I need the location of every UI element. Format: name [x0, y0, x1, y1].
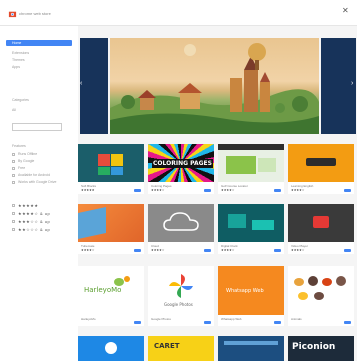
piconion-icon: Piconion: [288, 336, 354, 361]
pinwheel-icon: Google Photos: [148, 266, 214, 315]
chevron-left-icon[interactable]: ‹: [80, 78, 85, 90]
learning-icon: [288, 144, 354, 182]
chrome-web-store-logo: [8, 11, 17, 18]
filter-free[interactable]: Free: [18, 166, 25, 170]
rating-filter-2[interactable]: ★★☆☆☆ & up: [18, 227, 50, 232]
app-card[interactable]: HarleyoMo HarleyoMo: [78, 266, 144, 326]
add-button[interactable]: [204, 189, 211, 192]
app-card[interactable]: [218, 336, 284, 361]
harleyomo-logo: HarleyoMo: [78, 266, 144, 315]
sidebar-categories-label: Categories: [12, 98, 29, 102]
add-button[interactable]: [344, 189, 351, 192]
checkbox-free[interactable]: [12, 167, 15, 170]
rating-filter-4[interactable]: ★★★★☆ & up: [18, 211, 50, 216]
rating-filter-5[interactable]: ★★★★★: [18, 203, 38, 208]
thumb-title: HarleyoMo: [84, 286, 122, 294]
app-card[interactable]: Learning English ★★★★☆: [288, 144, 354, 194]
animals-icon: [288, 266, 354, 315]
sidebar-item-apps[interactable]: Apps: [12, 65, 20, 69]
app-rating: ★★★★☆: [151, 188, 165, 192]
app-card[interactable]: Google Photos Google Photos: [148, 266, 214, 326]
thumb-title: Whatsapp Web: [226, 288, 264, 294]
app-card[interactable]: Soft Blocks ★★★★★: [78, 144, 144, 194]
add-button[interactable]: [134, 321, 141, 324]
app-card[interactable]: Piconion: [288, 336, 354, 361]
app-name[interactable]: HarleyoMo: [81, 317, 96, 321]
carousel-banner[interactable]: [110, 38, 319, 134]
title-bar: chrome web store ✕: [0, 0, 357, 26]
add-button[interactable]: [134, 189, 141, 192]
app-name[interactable]: Whatsapp Web: [221, 317, 241, 321]
gallery-icon: [218, 336, 284, 361]
paper-plane-icon: [78, 204, 144, 242]
app-name[interactable]: Google Photos: [151, 317, 171, 321]
filter-drive[interactable]: Works with Google Drive: [18, 180, 56, 184]
featured-carousel[interactable]: ‹ ›: [80, 38, 356, 134]
app-card[interactable]: Cloud ★★★★☆: [148, 204, 214, 254]
app-card[interactable]: Golf Course Locator ★★★★☆: [218, 144, 284, 194]
sidebar-item-themes[interactable]: Themes: [12, 58, 25, 62]
thumb-title: Google Photos: [164, 302, 193, 307]
add-button[interactable]: [274, 321, 281, 324]
app-card[interactable]: Whatsapp Web Whatsapp Web: [218, 266, 284, 326]
checkbox-drive[interactable]: [12, 181, 15, 184]
chat-icon: Whatsapp Web: [218, 266, 284, 315]
app-title: chrome web store: [19, 11, 51, 16]
search-input[interactable]: [12, 123, 62, 131]
sidebar-item-extensions[interactable]: Extensions: [12, 51, 29, 55]
checkbox-by-google[interactable]: [12, 160, 15, 163]
app-card[interactable]: Digital Clock ★★★★☆: [218, 204, 284, 254]
add-button[interactable]: [274, 189, 281, 192]
filter-android[interactable]: Available for Android: [18, 173, 50, 177]
app-card[interactable]: COLORING PAGES Coloring Pages ★★★★☆: [148, 144, 214, 194]
thumb-title: CARET: [154, 342, 180, 350]
checkbox-runs-offline[interactable]: [12, 153, 15, 156]
filter-by-google[interactable]: By Google: [18, 159, 34, 163]
rating-filter-3[interactable]: ★★★☆☆ & up: [18, 219, 50, 224]
thumb-title: Piconion: [292, 342, 336, 352]
app-rating: ★★★★☆: [291, 248, 305, 252]
add-button[interactable]: [204, 321, 211, 324]
castle-illustration: [110, 43, 319, 134]
add-button[interactable]: [344, 321, 351, 324]
circuit-icon: [218, 204, 284, 242]
add-button[interactable]: [204, 249, 211, 252]
app-card[interactable]: Tubemate ★★★★☆: [78, 204, 144, 254]
add-button[interactable]: [274, 249, 281, 252]
sidebar-category-select[interactable]: All: [12, 108, 16, 112]
chevron-right-icon[interactable]: ›: [351, 78, 356, 90]
video-icon: [288, 204, 354, 242]
add-button[interactable]: [134, 249, 141, 252]
radio-rating-2[interactable]: [12, 228, 15, 231]
caret-icon: CARET: [148, 336, 214, 361]
radio-rating-4[interactable]: [12, 212, 15, 215]
add-button[interactable]: [344, 249, 351, 252]
app-rating: ★★★★☆: [221, 248, 235, 252]
app-card[interactable]: Video Player ★★★★☆: [288, 204, 354, 254]
map-icon: [218, 144, 284, 182]
app-rating: ★★★★★: [81, 188, 95, 192]
coloring-pages-icon: COLORING PAGES: [148, 144, 214, 182]
app-rating: ★★★★☆: [221, 188, 235, 192]
app-rating: ★★★★☆: [151, 248, 165, 252]
checkbox-android[interactable]: [12, 174, 15, 177]
app-rating: ★★★★☆: [291, 188, 305, 192]
sidebar: Home Extensions Themes Apps Categories A…: [0, 26, 76, 361]
cloud-icon: [148, 204, 214, 242]
app-card[interactable]: [78, 336, 144, 361]
sidebar-item-home[interactable]: Home: [6, 40, 72, 46]
blocks-app-icon: [78, 144, 144, 182]
firefox-icon: [78, 336, 144, 361]
radio-rating-5[interactable]: [12, 204, 15, 207]
app-card[interactable]: Animals: [288, 266, 354, 326]
radio-rating-3[interactable]: [12, 220, 15, 223]
app-rating: ★★★★☆: [81, 248, 95, 252]
close-icon[interactable]: ✕: [342, 6, 349, 15]
filter-runs-offline[interactable]: Runs Offline: [18, 152, 37, 156]
app-card[interactable]: CARET: [148, 336, 214, 361]
app-name[interactable]: Animals: [291, 317, 302, 321]
sidebar-features-label: Features: [12, 144, 26, 148]
thumb-title: COLORING PAGES: [152, 159, 213, 168]
